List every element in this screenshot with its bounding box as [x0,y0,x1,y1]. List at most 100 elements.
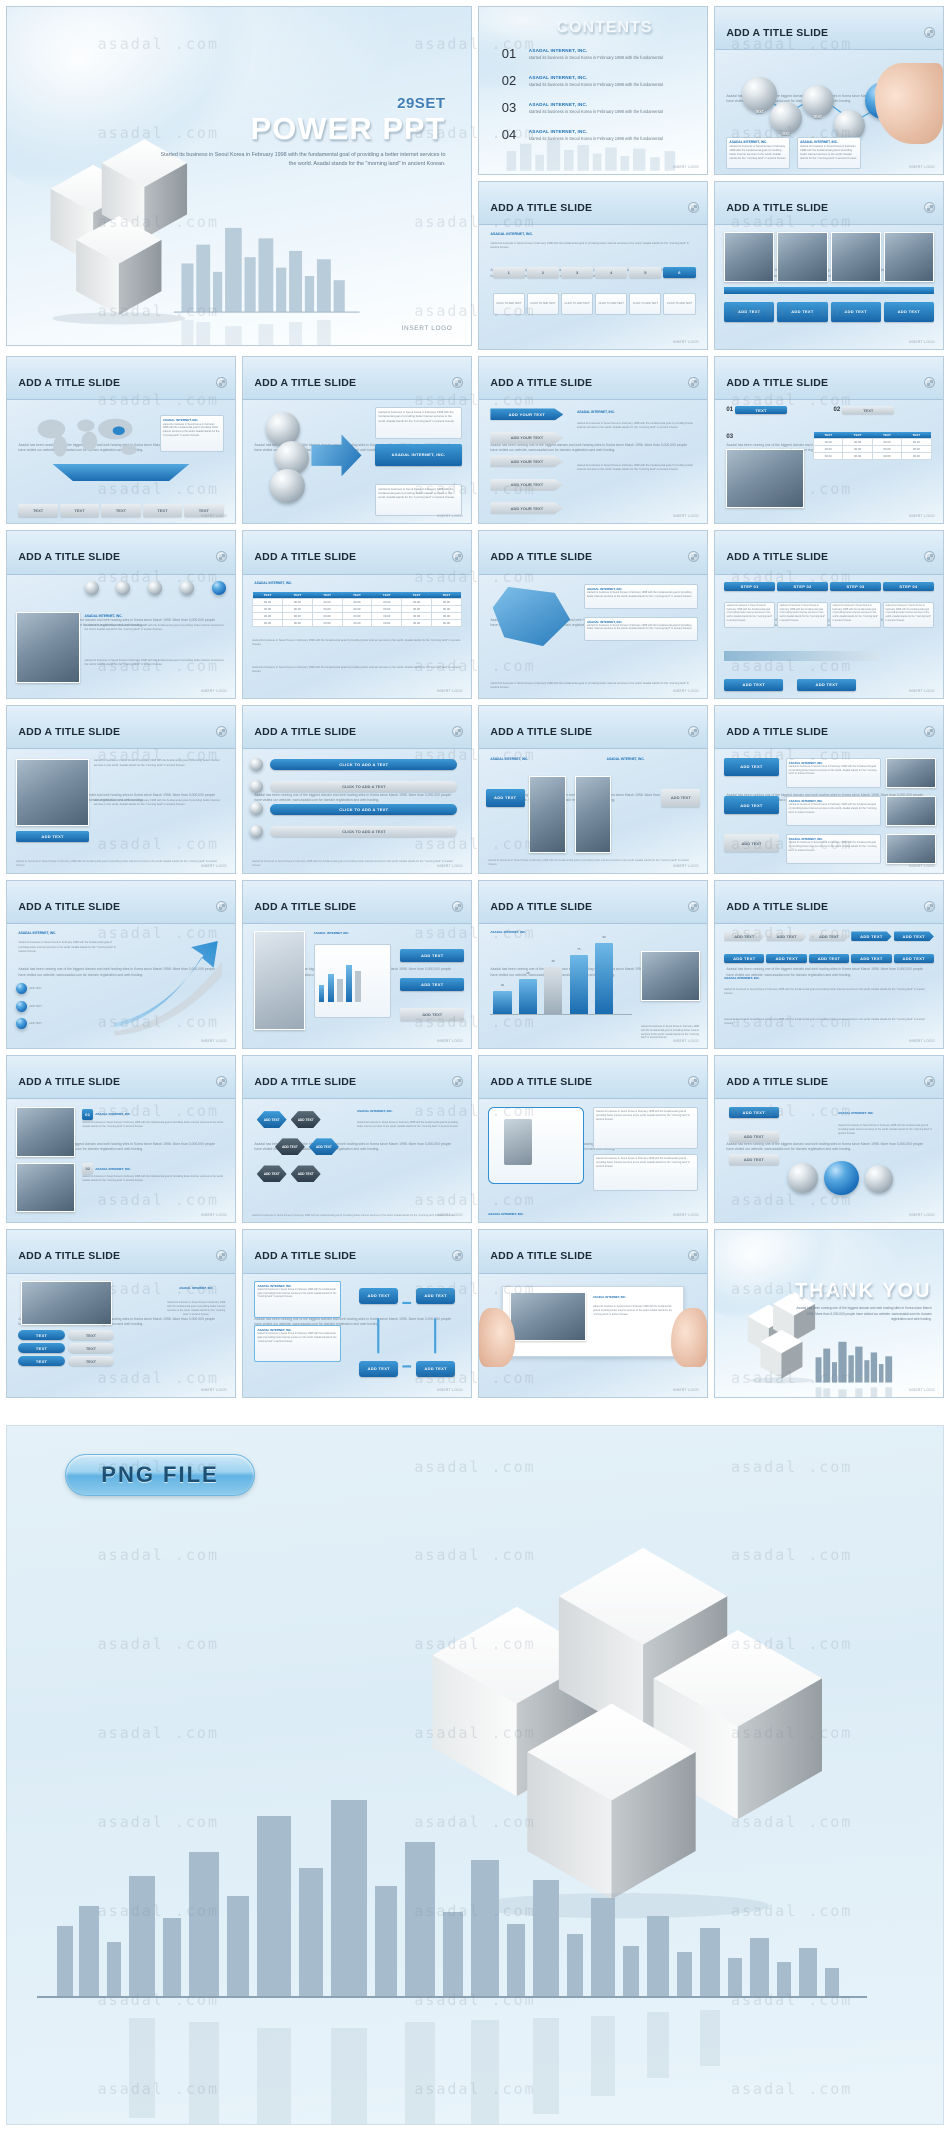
slide-photo-text[interactable]: ADD A TITLE SLIDE Asadal has been runnin… [6,705,236,874]
ribbon-blue-1[interactable]: ADD YOUR TEXT [490,408,564,421]
right-chip-1[interactable]: ADD TEXT [400,948,465,962]
device-frame[interactable] [488,1107,584,1184]
hex-5[interactable]: ADD TEXT [256,1165,287,1183]
slide-contents[interactable]: CONTENTS 01 ASADAL INTERNET, INC. starte… [478,6,708,175]
flow-chip-3[interactable]: ADD TEXT [728,1154,779,1166]
slide-map-callout[interactable]: ADD A TITLE SLIDE Asadal has been runnin… [478,530,708,699]
recycle-icon[interactable] [924,376,936,388]
step-cta-3[interactable]: CLICK TO ADD TEXT [560,292,594,315]
step-head-1[interactable]: STEP 01 [724,581,776,591]
chart-side-photo[interactable] [640,951,701,1001]
callout-card-2[interactable]: ASADAL INTERNET, INC. started its busine… [583,616,698,642]
people-icon[interactable] [180,580,195,595]
recycle-icon[interactable] [688,900,700,912]
bottom-chip-4[interactable]: TEXT [142,504,183,518]
list-item[interactable]: 02 ASADAL INTERNET, INC. started its bus… [502,74,689,87]
recycle-icon[interactable] [452,1075,464,1087]
sphere-3[interactable] [270,468,305,504]
thumb-c[interactable] [886,834,937,865]
step-head-2[interactable]: STEP 02 [777,581,829,591]
click-bar-4[interactable]: CLICK TO ADD A TEXT [270,825,458,837]
business-photo[interactable] [726,449,804,509]
add-text-box-2[interactable]: ADD TEXT [777,301,828,322]
photo-thumb-1[interactable] [724,232,775,282]
hex-6[interactable]: ADD TEXT [290,1165,321,1183]
cycle-card-1[interactable]: ASADAL INTERNET, INC. started its busine… [254,1280,342,1318]
sphere-node-3[interactable]: TEXT [801,84,834,119]
panel-chip-2[interactable]: ADD TEXT [766,953,807,963]
step-chip-2[interactable]: 2 [526,267,559,279]
step-body-3[interactable]: started its business in Seoul Korea in F… [830,601,881,628]
slide-bar-chart[interactable]: ADD A TITLE SLIDE Asadal has been runnin… [478,879,708,1049]
slide-world-map[interactable]: ADD A TITLE SLIDE Asadal has been runnin… [6,355,236,525]
text-btn-3[interactable]: TEXT [18,1343,65,1354]
recycle-icon[interactable] [924,1075,936,1087]
slide-four-steps[interactable]: ADD A TITLE SLIDE Asadal has been runnin… [714,530,944,699]
recycle-icon[interactable] [452,726,464,737]
recycle-icon[interactable] [688,726,700,737]
slide-photo-numbers[interactable]: ADD A TITLE SLIDE Asadal has been runnin… [6,1054,236,1224]
step-body-1[interactable]: started its business in Seoul Korea in F… [724,601,776,628]
tab-5[interactable]: ADD TEXT [893,931,934,942]
tablet-screen[interactable]: ASADAL INTERNET, INC. started its busine… [501,1285,685,1358]
slide-hex-chain[interactable]: ADD A TITLE SLIDE Asadal has been runnin… [242,1054,472,1224]
chart-icon[interactable] [116,580,131,595]
slide-cycle-diagram[interactable]: ADD A TITLE SLIDE Asadal has been runnin… [242,1229,472,1398]
flow-sphere-2[interactable] [824,1160,859,1195]
click-bar-3[interactable]: CLICK TO ADD A TEXT [270,803,458,815]
panel-chip-4[interactable]: ADD TEXT [851,953,892,963]
step-body-4[interactable]: started its business in Seoul Korea in F… [882,601,934,628]
add-text-box-1[interactable]: ADD TEXT [724,301,775,322]
step-head-3[interactable]: STEP 03 [830,581,881,591]
cycle-card-2[interactable]: ASADAL INTERNET, INC. started its busine… [254,1325,342,1363]
bottom-chip-1[interactable]: TEXT [18,504,58,518]
add-text-btn-2[interactable]: ADD TEXT [797,678,857,691]
slide-photo-strip[interactable]: ADD A TITLE SLIDE Asadal has been runnin… [714,180,944,350]
numbered-item-2[interactable]: 02 TEXT [834,406,895,414]
step-chip-1[interactable]: 1 [492,267,525,279]
recycle-icon[interactable] [688,376,700,388]
add-text-left[interactable]: ADD TEXT [485,788,525,807]
recycle-icon[interactable] [924,726,936,737]
text-btn-1[interactable]: TEXT [18,1330,65,1341]
click-bar-2[interactable]: CLICK TO ADD A TEXT [270,781,458,793]
slide-big-arrow[interactable]: ADD A TITLE SLIDE Asadal has been runnin… [6,879,236,1049]
recycle-icon[interactable] [216,1075,228,1087]
panel-chip-1[interactable]: ADD TEXT [724,953,765,963]
step-chip-4[interactable]: 4 [595,267,628,279]
list-item[interactable]: 03 ASADAL INTERNET, INC. started its bus… [502,101,689,114]
recycle-icon[interactable] [924,27,936,38]
slide-text-buttons[interactable]: ADD A TITLE SLIDE Asadal has been runnin… [6,1229,236,1398]
text-btn-2[interactable]: TEXT [67,1330,115,1341]
sphere-node-2[interactable]: TEXT [769,102,802,136]
slide-click-bars[interactable]: ADD A TITLE SLIDE Asadal has been runnin… [242,705,472,874]
thumb-a[interactable] [886,757,937,788]
photo-top[interactable] [16,1107,76,1157]
tab-3[interactable]: ADD TEXT [808,931,850,942]
text-btn-6[interactable]: TEXT [67,1356,115,1367]
photo-thumb-4[interactable] [883,232,934,282]
recycle-icon[interactable] [216,726,228,737]
photo-caption[interactable]: ADD TEXT [16,830,90,842]
slide-ribbon-list[interactable]: ADD A TITLE SLIDE Asadal has been runnin… [478,355,708,525]
ribbon-grey-1[interactable]: ADD YOUR TEXT [490,431,564,444]
slide-spheres-hand[interactable]: ADD A TITLE SLIDE Asadal has been runnin… [714,6,944,175]
step-chip-6[interactable]: 6 [663,267,696,279]
add-text-box-b[interactable]: ADD TEXT [724,796,779,815]
right-chip-3[interactable]: ADD TEXT [400,1008,465,1021]
slide-tab-row[interactable]: ADD A TITLE SLIDE Asadal has been runnin… [714,879,944,1049]
pair-photo[interactable] [20,1280,112,1326]
ribbon-grey-4[interactable]: ADD YOUR TEXT [490,502,564,515]
man-laptop-photo[interactable] [254,931,305,1031]
slide-icons-row[interactable]: ADD A TITLE SLIDE Asadal has been runnin… [6,530,236,699]
slide-hero[interactable]: 29SET POWER PPT Started its business in … [6,6,472,350]
bullet-row-2[interactable]: ADD TEXT [16,1000,42,1012]
flow-chip-2[interactable]: ADD TEXT [728,1130,779,1142]
tab-4[interactable]: ADD TEXT [851,931,892,942]
mini-chart-card[interactable] [313,943,392,1018]
right-card-bottom[interactable]: started its business in Seoul Korea in F… [593,1154,698,1192]
tab-1[interactable]: ADD TEXT [724,931,765,942]
slide-device-panel[interactable]: ADD A TITLE SLIDE Asadal has been runnin… [478,1054,708,1224]
flow-chip-1[interactable]: ADD TEXT [728,1107,779,1119]
numbered-heading-2[interactable]: 02 ASADAL INTERNET, INC. [82,1163,131,1174]
